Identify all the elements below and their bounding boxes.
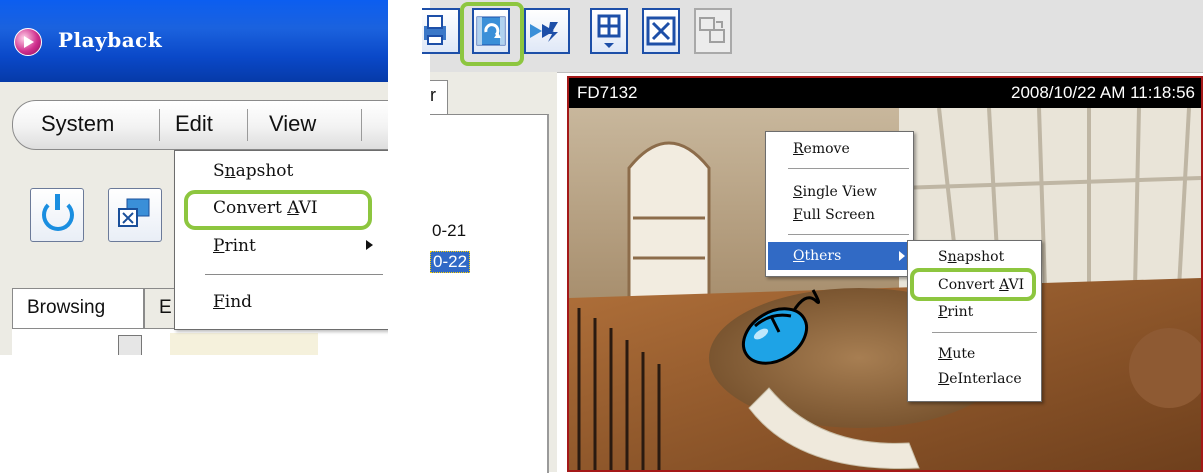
submenu-item-snapshot[interactable]: Snapshot xyxy=(938,249,1004,265)
playback-window: Playback System Edit View Browsing E Sna… xyxy=(0,0,388,355)
power-button[interactable] xyxy=(30,188,84,242)
tree-item[interactable] xyxy=(170,333,318,355)
view-dropdown-menu: Snapshot Convert AVI Print Find xyxy=(174,150,388,330)
main-toolbar xyxy=(422,0,1203,73)
tab-browsing[interactable]: Browsing xyxy=(12,288,144,328)
ctx-item-full-screen[interactable]: Full Screen xyxy=(793,207,875,223)
mouse-icon xyxy=(741,289,820,365)
submenu-item-deinterlace[interactable]: DeInterlace xyxy=(938,371,1022,387)
menu-item-convert-avi[interactable]: Convert AVI xyxy=(213,198,318,218)
ctx-item-others-label: Others xyxy=(793,248,842,264)
ctx-item-others[interactable]: Others xyxy=(768,242,911,270)
camera-context-menu: Remove Single View Full Screen Others xyxy=(765,131,914,277)
list-item[interactable]: 0-21 xyxy=(430,221,468,241)
tab-content-area xyxy=(12,328,388,355)
menu-separator xyxy=(247,109,248,141)
submenu-arrow-icon xyxy=(899,251,905,261)
menu-separator xyxy=(932,332,1037,333)
camera-timestamp: 2008/10/22 AM 11:18:56 xyxy=(1010,83,1195,102)
menu-separator xyxy=(788,234,909,235)
convert-button[interactable] xyxy=(108,188,162,242)
menu-separator xyxy=(205,274,383,275)
menu-separator xyxy=(159,109,160,141)
submenu-arrow-icon xyxy=(366,240,373,250)
fast-forward-button[interactable] xyxy=(524,8,570,54)
camera-osd-bar: FD7132 2008/10/22 AM 11:18:56 xyxy=(569,78,1201,108)
window-titlebar[interactable]: Playback xyxy=(0,0,388,82)
remote-display-icon xyxy=(699,17,725,43)
menu-item-find[interactable]: Find xyxy=(213,292,252,312)
print-button[interactable] xyxy=(422,8,460,54)
menu-bar: System Edit View xyxy=(12,100,388,150)
camera-name: FD7132 xyxy=(577,83,638,102)
remote-display-button[interactable] xyxy=(694,8,732,54)
playback-app-icon xyxy=(14,28,42,56)
menu-separator xyxy=(788,168,909,169)
menu-edit[interactable]: Edit xyxy=(175,111,213,137)
list-tab[interactable]: r xyxy=(430,80,448,114)
fullscreen-button[interactable] xyxy=(642,8,680,54)
ctx-item-remove[interactable]: Remove xyxy=(793,141,850,157)
layout-grid-button[interactable] xyxy=(590,8,628,54)
submenu-item-print[interactable]: Print xyxy=(938,304,973,320)
printer-icon xyxy=(424,15,446,45)
fast-forward-icon xyxy=(530,22,558,42)
recording-list-panel: r 0-21 0-22 xyxy=(430,72,557,473)
ctx-item-single-view[interactable]: Single View xyxy=(793,184,877,200)
submenu-item-mute[interactable]: Mute xyxy=(938,346,975,362)
menu-item-print[interactable]: Print xyxy=(213,236,256,256)
menu-view[interactable]: View xyxy=(269,111,316,137)
menu-separator xyxy=(361,109,362,141)
others-submenu: Snapshot Convert AVI Print Mute DeInterl… xyxy=(907,240,1042,402)
submenu-item-convert-avi[interactable]: Convert AVI xyxy=(938,277,1024,293)
power-icon xyxy=(42,194,74,231)
menu-system[interactable]: System xyxy=(41,111,114,137)
convert-avi-button[interactable] xyxy=(472,8,510,54)
layout-grid-icon xyxy=(597,14,621,48)
convert-icon xyxy=(118,198,150,227)
menu-item-snapshot[interactable]: Snapshot xyxy=(213,161,293,181)
window-title: Playback xyxy=(58,28,163,52)
fullscreen-icon xyxy=(646,16,676,46)
recording-list: 0-21 0-22 xyxy=(430,114,549,473)
tree-expander[interactable] xyxy=(118,335,142,355)
convert-avi-icon xyxy=(476,16,506,46)
list-item-selected[interactable]: 0-22 xyxy=(430,251,471,273)
